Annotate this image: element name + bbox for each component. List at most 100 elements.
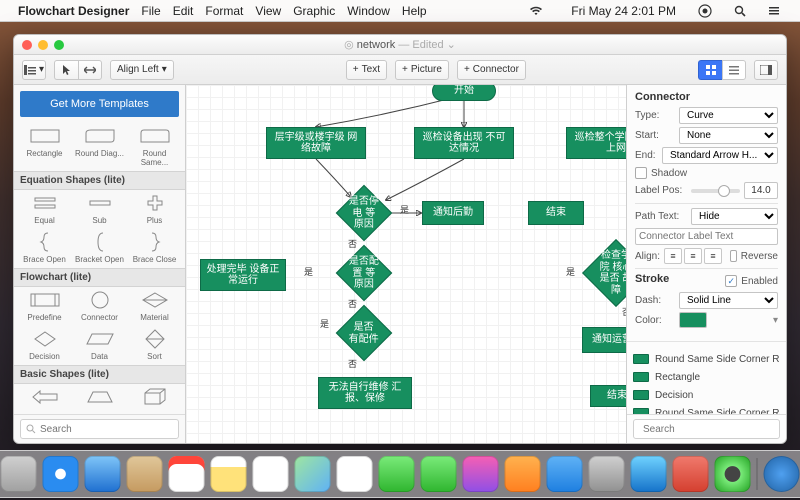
window-titlebar[interactable]: ◎ network — Edited ⌄: [14, 35, 786, 55]
color-options-icon[interactable]: ▾: [773, 315, 778, 326]
shape-thumb-equal[interactable]: Equal: [20, 192, 69, 225]
search-icon[interactable]: [734, 5, 746, 17]
add-text-button[interactable]: + Text: [346, 60, 387, 80]
decision-core-fault[interactable]: 检查学院 核心是否 故障: [582, 239, 626, 307]
shapes-list-search-input[interactable]: [643, 424, 775, 435]
pointer-tool-button[interactable]: [54, 60, 78, 80]
category-equation-shapes[interactable]: Equation Shapes (lite): [14, 171, 185, 190]
shape-thumb-bracket-open[interactable]: Bracket Open: [75, 231, 124, 264]
shape-search-input[interactable]: [40, 424, 173, 435]
dock-dictionary-icon[interactable]: [673, 456, 709, 492]
shape-thumb-round-same[interactable]: Round Same...: [130, 125, 179, 167]
decision-has-parts[interactable]: 是否 有配件: [336, 305, 393, 362]
dock-notes-icon[interactable]: [211, 456, 247, 492]
menu-file[interactable]: File: [141, 4, 160, 18]
dock-ibooks-icon[interactable]: [505, 456, 541, 492]
view-grid-button[interactable]: [698, 60, 722, 80]
wifi-icon[interactable]: [529, 6, 543, 16]
connector-start-select[interactable]: None: [679, 127, 778, 144]
shape-thumb-plus[interactable]: Plus: [130, 192, 179, 225]
dock-appstore-icon[interactable]: [547, 456, 583, 492]
dock-photos-icon[interactable]: [337, 456, 373, 492]
shape-thumb-rectangle[interactable]: Rectangle: [20, 125, 69, 167]
category-flowchart[interactable]: Flowchart (lite): [14, 268, 185, 287]
labelpos-value[interactable]: 14.0: [744, 182, 778, 199]
window-zoom-button[interactable]: [54, 40, 64, 50]
app-menu-name[interactable]: Flowchart Designer: [18, 4, 129, 18]
inspector-toggle-button[interactable]: [754, 60, 778, 80]
stroke-enabled-checkbox[interactable]: [725, 275, 737, 287]
dock-reminders-icon[interactable]: [253, 456, 289, 492]
align-right-button[interactable]: ≡: [704, 248, 722, 264]
shape-thumb-sub[interactable]: Sub: [75, 192, 124, 225]
shape-thumb-cube[interactable]: [130, 386, 179, 410]
dock-mail-icon[interactable]: [85, 456, 121, 492]
dash-select[interactable]: Solid Line: [679, 292, 778, 309]
add-connector-button[interactable]: + Connector: [457, 60, 526, 80]
dock-facetime-icon[interactable]: [421, 456, 457, 492]
outline-toggle-button[interactable]: ▾: [22, 60, 46, 80]
add-picture-button[interactable]: + Picture: [395, 60, 449, 80]
decision-config-issue[interactable]: 是否配置 等原因: [336, 245, 393, 302]
shape-search-field[interactable]: [20, 419, 179, 439]
dock-contacts-icon[interactable]: [127, 456, 163, 492]
dock-calendar-icon[interactable]: [169, 456, 205, 492]
node-cannot-fix[interactable]: 无法自行维修 汇报、保修: [318, 377, 412, 409]
notification-center-icon[interactable]: [768, 5, 780, 17]
menu-edit[interactable]: Edit: [173, 4, 194, 18]
reverse-checkbox[interactable]: [730, 250, 737, 262]
align-left-button[interactable]: ≡: [664, 248, 682, 264]
window-minimize-button[interactable]: [38, 40, 48, 50]
menubar-clock[interactable]: Fri May 24 2:01 PM: [571, 4, 676, 18]
dock-downloads-icon[interactable]: [764, 456, 800, 492]
node-notify-logistics[interactable]: 通知后勤: [422, 201, 484, 225]
node-college-offline[interactable]: 巡检整个学院 无法上网: [566, 127, 626, 159]
scale-tool-button[interactable]: [78, 60, 102, 80]
connector-end-select[interactable]: Standard Arrow H...: [662, 147, 778, 164]
connector-type-select[interactable]: Curve: [679, 107, 778, 124]
shape-thumb-arrow-left[interactable]: [20, 386, 69, 410]
dock-messages-icon[interactable]: [379, 456, 415, 492]
category-basic-shapes[interactable]: Basic Shapes (lite): [14, 365, 185, 384]
shape-thumb-material[interactable]: Material: [130, 289, 179, 322]
siri-icon[interactable]: [698, 4, 712, 18]
dock-quicktime-icon[interactable]: [715, 456, 751, 492]
node-start[interactable]: 开始: [432, 85, 496, 101]
view-list-button[interactable]: [722, 60, 746, 80]
shape-thumb-brace-close[interactable]: Brace Close: [130, 231, 179, 264]
shape-thumb-sort[interactable]: Sort: [130, 328, 179, 361]
menu-format[interactable]: Format: [205, 4, 243, 18]
stroke-color-well[interactable]: [679, 312, 707, 328]
node-notify-isp[interactable]: 通知运营商: [582, 327, 626, 353]
align-center-button[interactable]: ≡: [684, 248, 702, 264]
labelpos-slider[interactable]: [691, 189, 740, 193]
connector-label-input[interactable]: [635, 228, 778, 245]
dock-preferences-icon[interactable]: [589, 456, 625, 492]
list-item[interactable]: Rectangle: [633, 368, 780, 386]
window-close-button[interactable]: [22, 40, 32, 50]
list-item[interactable]: Round Same Side Corner Rec: [633, 404, 780, 414]
list-item[interactable]: Round Same Side Corner Rec: [633, 350, 780, 368]
node-processing-done[interactable]: 处理完毕 设备正常运行: [200, 259, 286, 291]
menu-help[interactable]: Help: [402, 4, 427, 18]
menu-view[interactable]: View: [255, 4, 281, 18]
node-end-1[interactable]: 结束: [528, 201, 584, 225]
shapes-list-search[interactable]: [633, 419, 780, 439]
list-item[interactable]: Decision: [633, 386, 780, 404]
shadow-checkbox[interactable]: [635, 167, 647, 179]
dock-maps-icon[interactable]: [295, 456, 331, 492]
menu-window[interactable]: Window: [347, 4, 390, 18]
shape-thumb-round-diag[interactable]: Round Diag...: [75, 125, 124, 167]
get-templates-button[interactable]: Get More Templates: [20, 91, 179, 117]
dock-safari-icon[interactable]: [43, 456, 79, 492]
pathtext-select[interactable]: Hide: [691, 208, 778, 225]
shape-thumb-trapezoid[interactable]: [75, 386, 124, 410]
menu-graphic[interactable]: Graphic: [293, 4, 335, 18]
dock-xcode-icon[interactable]: [631, 456, 667, 492]
dock-launchpad-icon[interactable]: [1, 456, 37, 492]
node-device-unreachable[interactable]: 巡检设备出现 不可达情况: [414, 127, 514, 159]
dock-itunes-icon[interactable]: [463, 456, 499, 492]
align-menu-button[interactable]: Align Left ▾: [110, 60, 174, 80]
node-end-2[interactable]: 结束: [590, 385, 626, 407]
shape-thumb-brace-open[interactable]: Brace Open: [20, 231, 69, 264]
